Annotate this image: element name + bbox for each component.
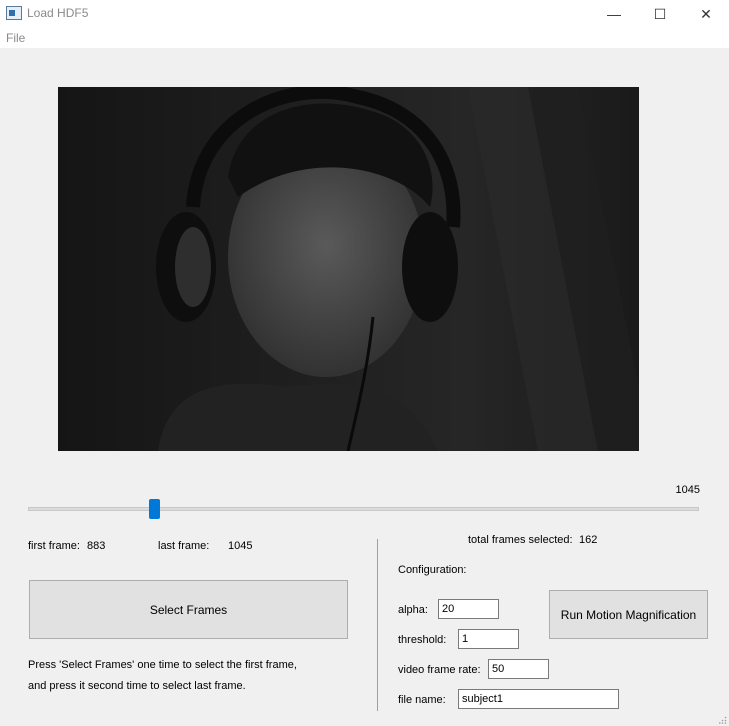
- total-frames-value: 162: [579, 534, 598, 546]
- last-frame-label: last frame:: [158, 540, 210, 552]
- frame-rate-input[interactable]: [488, 659, 549, 679]
- menu-file[interactable]: File: [6, 31, 25, 45]
- video-frame-preview: [58, 87, 639, 451]
- close-button[interactable]: ✕: [683, 0, 729, 28]
- threshold-label: threshold:: [398, 634, 447, 646]
- close-icon: ✕: [700, 5, 712, 22]
- minimize-button[interactable]: —: [591, 0, 637, 28]
- file-name-input[interactable]: [458, 689, 619, 709]
- app-window-icon: [6, 6, 22, 20]
- alpha-input[interactable]: [438, 599, 499, 619]
- run-motion-magnification-label: Run Motion Magnification: [560, 607, 697, 622]
- slider-value-label: 1045: [675, 484, 700, 496]
- minimize-icon: —: [607, 6, 621, 22]
- title-bar: Load HDF5 — ☐ ✕: [0, 0, 729, 28]
- first-frame-value: 883: [87, 540, 106, 552]
- resize-grip-icon[interactable]: [719, 716, 727, 724]
- column-divider: [377, 539, 378, 711]
- window-title: Load HDF5: [27, 6, 89, 20]
- maximize-button[interactable]: ☐: [637, 0, 683, 28]
- first-frame-label: first frame:: [28, 540, 80, 552]
- total-frames-label: total frames selected:: [468, 534, 573, 546]
- menu-bar: File: [0, 28, 729, 48]
- video-frame-image: [58, 87, 639, 451]
- select-frames-label: Select Frames: [149, 602, 228, 617]
- configuration-heading: Configuration:: [398, 564, 467, 576]
- file-name-label: file name:: [398, 694, 446, 706]
- last-frame-value: 1045: [228, 540, 253, 552]
- run-motion-magnification-button[interactable]: Run Motion Magnification: [549, 590, 708, 639]
- help-text-line1: Press 'Select Frames' one time to select…: [28, 659, 297, 671]
- threshold-input[interactable]: [458, 629, 519, 649]
- frame-slider-track[interactable]: [28, 507, 699, 511]
- help-text-line2: and press it second time to select last …: [28, 680, 246, 692]
- maximize-icon: ☐: [653, 5, 667, 22]
- frame-rate-label: video frame rate:: [398, 664, 481, 676]
- select-frames-button[interactable]: Select Frames: [29, 580, 348, 639]
- frame-slider-handle[interactable]: [149, 499, 160, 519]
- alpha-label: alpha:: [398, 604, 428, 616]
